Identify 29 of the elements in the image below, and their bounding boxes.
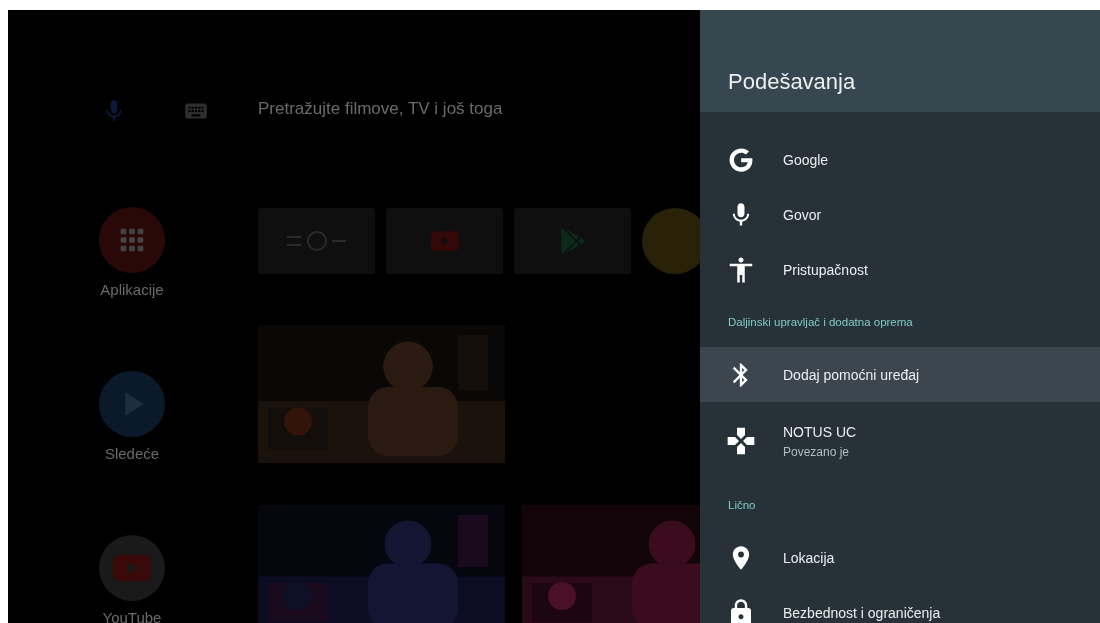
youtube-app-tile[interactable] <box>386 208 503 274</box>
section-header: Daljinski upravljač i dodatna oprema <box>727 315 914 330</box>
section-header: Lično <box>727 498 757 513</box>
settings-item[interactable]: Lokacija <box>700 530 1100 585</box>
gamepad-icon <box>725 425 757 457</box>
item-label: Lokacija <box>783 549 835 566</box>
settings-item[interactable]: Pristupačnost <box>700 242 1100 297</box>
app-tile[interactable] <box>642 208 700 274</box>
item-label: Google <box>783 151 829 168</box>
item-label: Dodaj pomoćni uređaj <box>783 366 920 383</box>
nav-label: Sledeće <box>104 445 160 462</box>
play-store-icon <box>559 228 586 254</box>
item-label: Bezbednost i ograničenja <box>783 604 941 621</box>
nav-label: YouTube <box>102 609 162 623</box>
google-icon <box>729 147 753 172</box>
settings-item[interactable]: NOTUS UC Povezano je <box>700 402 1100 480</box>
settings-item[interactable]: Govor <box>700 187 1100 242</box>
item-label: NOTUS UC <box>783 423 857 440</box>
settings-item[interactable]: Google <box>700 132 1100 187</box>
play-store-app-tile[interactable] <box>514 208 631 274</box>
search-field[interactable]: Pretražujte filmove, TV i još toga <box>258 99 503 119</box>
settings-item[interactable]: Dodaj pomoćni uređaj <box>700 347 1100 402</box>
item-label: Govor <box>783 206 822 223</box>
tv-app-tile[interactable] <box>258 208 375 274</box>
item-label: Pristupačnost <box>783 261 868 278</box>
settings-item[interactable]: Bezbednost i ograničenja <box>700 585 1100 623</box>
item-status: Povezano je <box>783 444 851 459</box>
panel-title: Podešavanja <box>728 69 856 95</box>
nav-label: Aplikacije <box>100 281 164 298</box>
